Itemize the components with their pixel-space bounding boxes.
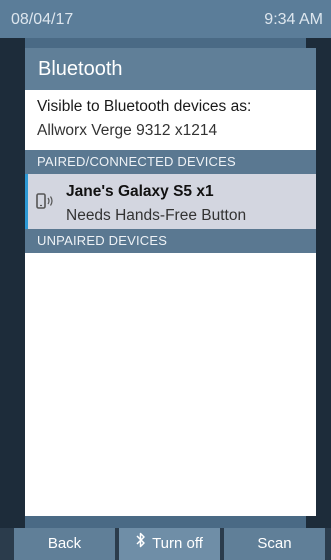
visible-device-name: Allworx Verge 9312 x1214 [37,122,218,139]
status-bar: 08/04/17 9:34 AM [0,0,331,38]
turn-off-button[interactable]: Turn off [119,528,220,560]
scan-button[interactable]: Scan [224,528,325,560]
unpaired-devices-header: UNPAIRED DEVICES [25,229,316,253]
paired-device-row[interactable]: Jane's Galaxy S5 x1 Needs Hands-Free But… [25,174,316,229]
device-status: Needs Hands-Free Button [66,207,247,224]
phone-bluetooth-icon [36,193,56,211]
page-title: Bluetooth [25,48,316,90]
softkey-bar: Back Turn off Scan [0,528,331,560]
visible-label: Visible to Bluetooth devices as: [37,98,252,115]
bluetooth-panel: Bluetooth Visible to Bluetooth devices a… [25,48,316,516]
back-button[interactable]: Back [14,528,115,560]
status-time: 9:34 AM [264,11,323,28]
visibility-info: Visible to Bluetooth devices as: Allworx… [25,90,316,150]
device-name: Jane's Galaxy S5 x1 [66,183,214,200]
turn-off-label: Turn off [152,535,203,552]
bluetooth-icon [136,528,146,560]
status-date: 08/04/17 [11,11,74,28]
paired-devices-header: PAIRED/CONNECTED DEVICES [25,150,316,174]
frame-left [0,38,25,528]
